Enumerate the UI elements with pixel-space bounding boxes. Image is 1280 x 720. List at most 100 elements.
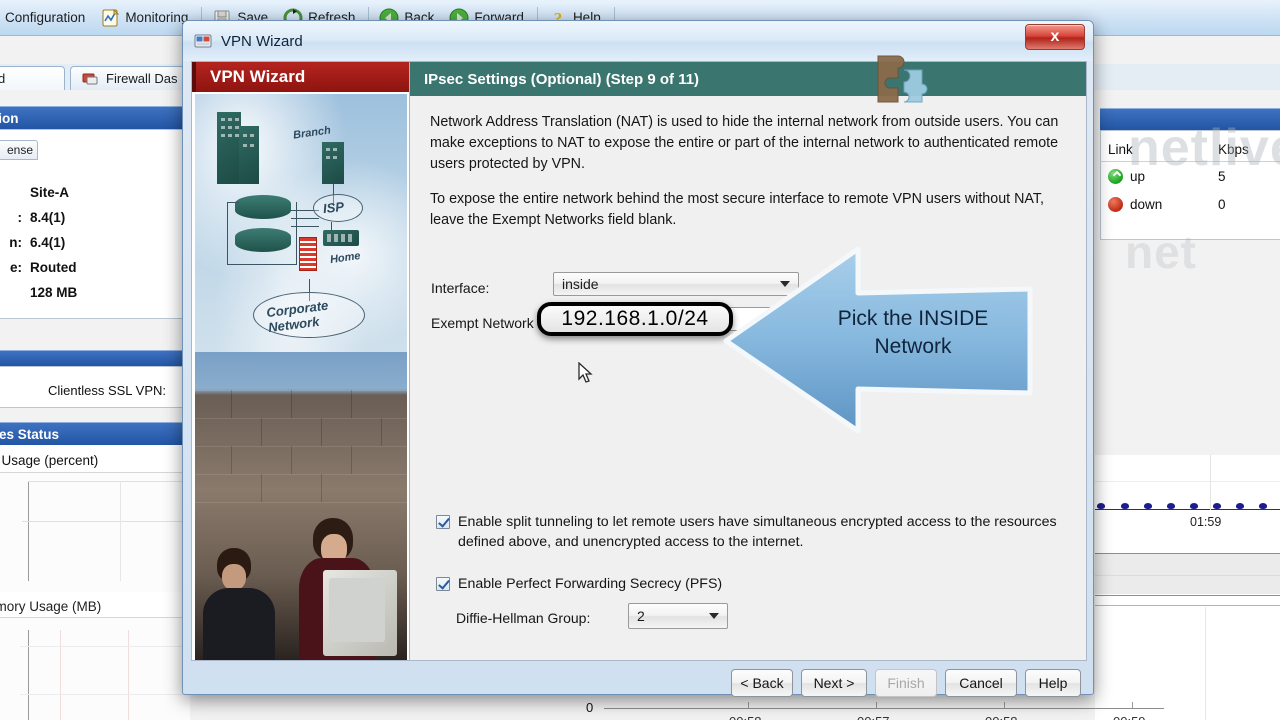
annotation-line-2: Network (874, 335, 952, 358)
pfs-checkbox[interactable] (436, 577, 450, 591)
graph-separator (1095, 605, 1280, 606)
split-tunneling-checkbox[interactable] (436, 515, 450, 529)
subtab-label: ense (6, 143, 33, 157)
axis-tick (1132, 702, 1133, 708)
firewall-icon (81, 69, 101, 89)
graph-gridline (1095, 575, 1280, 576)
dialog-button-bar: < Back Next > Finish Cancel Help (191, 661, 1087, 713)
tab-device-dashboard[interactable]: ashboard (0, 66, 65, 90)
axis-time-label: 00:58 (985, 714, 1018, 720)
dialog-titlebar[interactable]: VPN Wizard x (183, 21, 1093, 61)
column-header-kbps: Kbps (1218, 142, 1249, 157)
back-button[interactable]: < Back (731, 669, 793, 697)
device-info-row: : 8.4(1) (17, 210, 66, 225)
mem-y-axis (28, 630, 29, 720)
graph-series-line (1095, 509, 1280, 510)
kbps-value: 0 (1218, 196, 1226, 212)
exempt-network-callout-value: 192.168.1.0/24 (561, 307, 709, 330)
device-info-row: n: 6.4(1) (9, 235, 66, 250)
monitoring-icon (100, 8, 120, 28)
interface-value: inside (562, 276, 599, 292)
device-info-row: e: Routed (9, 260, 77, 275)
nat-description-paragraph: Network Address Translation (NAT) is use… (430, 114, 1059, 172)
link-label: down (1130, 196, 1163, 212)
table-row[interactable]: up 5 (1100, 162, 1280, 190)
cpu-usage-chart: 100 50 0 (0, 472, 190, 592)
device-info-row: Site-A (30, 185, 70, 200)
column-header-link: Link (1108, 142, 1133, 157)
kbps-value: 5 (1218, 168, 1226, 184)
toolbar-label: Monitoring (125, 10, 189, 25)
split-tunneling-label: Enable split tunneling to let remote use… (458, 514, 1057, 550)
cpu-y-axis (28, 481, 29, 581)
axis-time-label: 00:57 (857, 714, 890, 720)
wizard-sidebar: VPN Wizard Branch ISP Home Corporate Net… (192, 62, 410, 660)
section-interface-status (1100, 108, 1280, 130)
section-title: urces Status (0, 426, 60, 442)
device-info-rows: Site-A : 8.4(1) n: 6.4(1) e: Routed 128 … (0, 180, 190, 305)
up-arrow-status-icon (1108, 168, 1123, 184)
vpn-wizard-window-icon (193, 31, 213, 51)
cpu-vgrid (120, 481, 121, 581)
annotation-text: Pick the INSIDE Network (813, 305, 1013, 361)
pfs-label: Enable Perfect Forwarding Secrecy (PFS) (458, 576, 723, 592)
diagram-label-branch: Branch (292, 124, 332, 142)
clientless-ssl-vpn-label: Clientless SSL VPN: (48, 383, 167, 398)
table-header-row: Link Kbps (1100, 142, 1280, 162)
graph-band (1095, 554, 1280, 594)
next-button[interactable]: Next > (801, 669, 867, 697)
wizard-sidebar-heading: VPN Wizard (192, 62, 409, 92)
exempt-network-label: Exempt Network (431, 315, 534, 331)
tab-label: Firewall Das (106, 71, 178, 86)
diffie-hellman-label: Diffie-Hellman Group: (456, 610, 591, 626)
diffie-hellman-value: 2 (637, 608, 645, 624)
section-vpn-sessions (0, 350, 190, 366)
table-row[interactable]: down 0 (1100, 190, 1280, 218)
mouse-cursor (578, 361, 594, 384)
close-label: x (1050, 28, 1060, 45)
finish-button: Finish (875, 669, 937, 697)
cpu-gridline (22, 521, 190, 522)
device-info-row: 128 MB (30, 285, 78, 300)
mem-vgrid (128, 630, 129, 720)
help-button[interactable]: Help (1025, 669, 1081, 697)
down-status-icon (1108, 196, 1123, 212)
toolbar-label: Configuration (5, 10, 86, 25)
graph-vgrid (1210, 455, 1211, 510)
split-tunneling-checkbox-row[interactable]: Enable split tunneling to let remote use… (436, 512, 1076, 552)
exempt-description-paragraph: To expose the entire network behind the … (430, 191, 1045, 228)
graph-separator (1095, 595, 1280, 596)
cancel-button[interactable]: Cancel (945, 669, 1017, 697)
chevron-down-icon (709, 613, 719, 619)
section-title: nation (0, 110, 19, 126)
toolbar-configuration[interactable]: Configuration (0, 3, 93, 33)
graph-time-label: 01:59 (1190, 515, 1222, 529)
cpu-gridline (28, 481, 190, 482)
cpu-usage-title: U Usage (percent) (0, 453, 99, 468)
axis-time-label: 00:58 (729, 714, 762, 720)
memory-usage-chart: 400 200 (0, 617, 190, 720)
license-subtab[interactable]: ense (0, 140, 38, 160)
diagram-label-home: Home (329, 249, 362, 267)
diffie-hellman-select[interactable]: 2 (628, 603, 728, 629)
annotation-arrow: Pick the INSIDE Network (718, 243, 1048, 443)
graph-gridline (1095, 481, 1280, 482)
wizard-photo-image (195, 352, 407, 660)
traffic-usage-graph: 01:59 (1095, 455, 1280, 720)
tab-label: ashboard (0, 71, 6, 86)
axis-time-label: 00:59 (1113, 714, 1146, 720)
section-resources-status: urces Status (0, 422, 190, 445)
mem-vgrid (60, 630, 61, 720)
annotation-line-1: Pick the INSIDE (837, 307, 989, 330)
memory-usage-title: emory Usage (MB) (0, 599, 102, 614)
link-label: up (1130, 168, 1146, 184)
mem-gridline (20, 694, 190, 695)
step-header-title: IPsec Settings (Optional) (Step 9 of 11) (424, 70, 700, 88)
pfs-checkbox-row[interactable]: Enable Perfect Forwarding Secrecy (PFS) (436, 574, 936, 594)
close-icon[interactable]: x (1025, 24, 1085, 50)
section-device-information: nation (0, 106, 190, 129)
diagram-label-isp: ISP (322, 198, 345, 217)
traffic-table: Link Kbps up 5 down 0 (1100, 142, 1280, 218)
wizard-network-diagram-image: Branch ISP Home Corporate Network (195, 94, 407, 352)
interface-label: Interface: (431, 280, 490, 296)
